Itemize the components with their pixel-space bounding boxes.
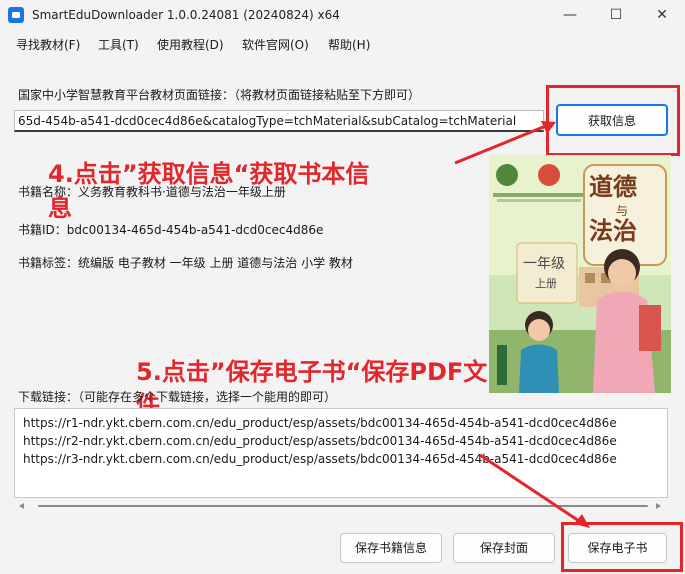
arrow-to-save-ebook — [479, 453, 586, 527]
arrow-head-save-icon — [574, 514, 590, 528]
arrow-to-fetch-button — [454, 121, 554, 165]
annotation-arrows — [454, 121, 590, 528]
